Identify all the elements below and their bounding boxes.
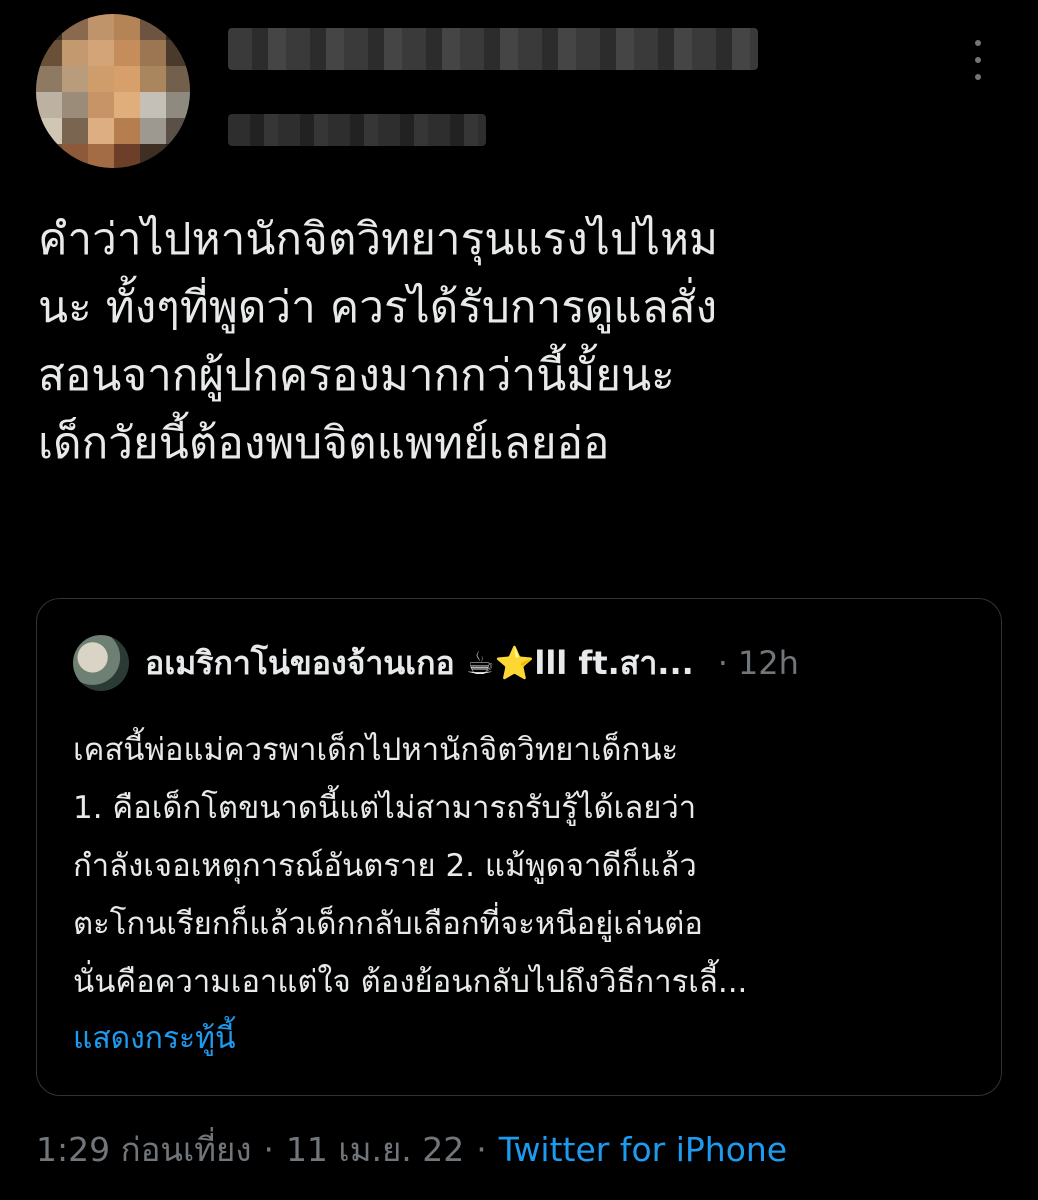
more-vertical-icon[interactable] [966, 40, 990, 80]
quoted-tweet-card[interactable]: อเมริกาโน่ของจ้านเกอ ☕⭐lll ft.สา... · 12… [36, 598, 1002, 1096]
tweet-source-link[interactable]: Twitter for iPhone [499, 1130, 787, 1169]
quoted-tweet-time[interactable]: 12h [738, 641, 799, 685]
author-avatar-pixelated[interactable] [36, 14, 190, 168]
separator-dot: · [263, 1130, 274, 1169]
tweet-text: คำว่าไปหานักจิตวิทยารุนแรงไปไหม นะ ทั้งๆ… [38, 214, 718, 469]
show-thread-link[interactable]: แสดงกระทู้นี้ [73, 1017, 235, 1061]
quoted-author-avatar[interactable] [73, 635, 129, 691]
dot-icon [975, 57, 981, 63]
author-handle-redacted[interactable] [228, 114, 486, 146]
dot-icon [975, 74, 981, 80]
tweet-date[interactable]: 11 เม.ย. 22 [286, 1130, 464, 1169]
author-name-redacted[interactable] [228, 28, 758, 70]
separator-dot: · [476, 1130, 487, 1169]
quoted-tweet-header: อเมริกาโน่ของจ้านเกอ ☕⭐lll ft.สา... · 12… [145, 641, 995, 685]
dot-icon [975, 40, 981, 46]
quoted-author-name[interactable]: อเมริกาโน่ของจ้านเกอ ☕⭐lll ft.สา... [145, 641, 694, 685]
separator-dot: · [717, 644, 728, 682]
quoted-tweet-text: เคสนี้พ่อแม่ควรพาเด็กไปหานักจิตวิทยาเด็ก… [73, 732, 748, 1000]
tweet-meta: 1:29 ก่อนเที่ยง · 11 เม.ย. 22 · Twitter for … [36, 1126, 787, 1174]
tweet-time[interactable]: 1:29 ก่อนเที่ยง [36, 1130, 251, 1169]
